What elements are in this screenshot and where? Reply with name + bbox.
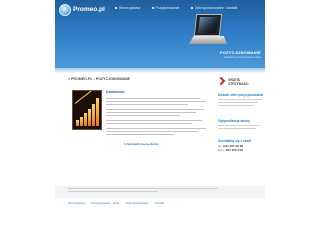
text-line [106, 115, 180, 117]
text-line [218, 127, 256, 130]
footer-link-offer[interactable]: Pozycjonowanie - oferta [91, 202, 119, 205]
text-line [106, 131, 198, 133]
logo[interactable]: Promeo.pl [59, 4, 105, 18]
footer-nav: Strona główna Pozycjonowanie - oferta Li… [68, 202, 170, 205]
text-line [218, 101, 258, 104]
hero-title: POZYCJONOWANIE [219, 50, 261, 55]
sidebar: GRATIS OTRZYMASZ: Dodatk. ofert pozycjon… [216, 76, 266, 176]
bullet-icon [115, 7, 117, 10]
arrow-icon [216, 76, 226, 86]
text-line [68, 191, 158, 193]
page: Promeo.pl Strona główna Pozycjonowanie L… [0, 0, 320, 245]
text-line [106, 123, 192, 125]
bullet-icon [124, 143, 126, 146]
breadcrumb: » PROMEO.PL - POZYCJONOWANIE [68, 77, 131, 81]
logo-text: Promeo.pl [73, 6, 105, 13]
text-line [106, 109, 204, 111]
laptop-base [189, 36, 227, 44]
text-line [106, 112, 196, 114]
mobile-value: 697 650 649 [225, 147, 243, 152]
footer-link-sponsored[interactable]: Linki sponsorowane [126, 202, 149, 205]
bullet-icon [190, 7, 193, 10]
footer-link-home[interactable]: Strona główna [68, 202, 85, 205]
mobile-number: kom. 697 650 649 [218, 148, 266, 153]
promo-line: OTRZYMASZ: [228, 82, 249, 86]
header-banner: Promeo.pl Strona główna Pozycjonowanie L… [55, 0, 265, 68]
text-line [106, 120, 202, 122]
hero-subtitle: skuteczne pozycjonowanie stron [223, 56, 261, 59]
sidebar-section-title: Dodatk. ofert pozycjonowania [218, 93, 264, 97]
text-line [218, 104, 254, 106]
mobile-label: kom. [218, 147, 225, 152]
header-stripe [55, 68, 265, 73]
text-line [106, 134, 174, 136]
nav-item-contact[interactable]: Linki sponsorowane / kontakt [190, 6, 238, 10]
sidebar-section-optimization[interactable]: Optymalizacja strony [218, 119, 266, 130]
growth-chart-image [72, 90, 102, 130]
text-line [106, 98, 200, 100]
laptop-screen [193, 14, 223, 36]
text-line [106, 128, 206, 130]
text-line [106, 101, 206, 103]
text-line [218, 125, 260, 127]
nav-label: Strona główna [119, 6, 141, 10]
nav-label: Pozycjonowanie [155, 6, 180, 10]
text-line [106, 104, 188, 106]
nav-label: Linki sponsorowane / kontakt [194, 6, 238, 10]
main-content: Działalność Sprawdź naszą ofertę! [66, 86, 214, 180]
offer-link-label: Sprawdź naszą ofertę! [127, 142, 159, 146]
footer-link-contact[interactable]: Kontakt [155, 202, 164, 205]
text-line [68, 188, 218, 190]
laptop-image [189, 14, 227, 48]
promo-badge: GRATIS OTRZYMASZ: [216, 76, 258, 90]
bullet-icon [151, 7, 154, 10]
text-line [218, 99, 262, 101]
content-title: Działalność [106, 90, 125, 94]
footer-text [68, 187, 238, 193]
nav-item-seo[interactable]: Pozycjonowanie [151, 6, 180, 10]
offer-link[interactable]: Sprawdź naszą ofertę! [124, 142, 159, 146]
globe-icon [59, 4, 71, 16]
nav-item-home[interactable]: Strona główna [115, 6, 140, 10]
sidebar-section-title: Optymalizacja strony [218, 119, 251, 123]
sidebar-section-contact[interactable]: Skontaktuj się z nami! tel. (22) 397 98 … [218, 139, 266, 153]
sidebar-section-offers[interactable]: Dodatk. ofert pozycjonowania [218, 93, 266, 106]
